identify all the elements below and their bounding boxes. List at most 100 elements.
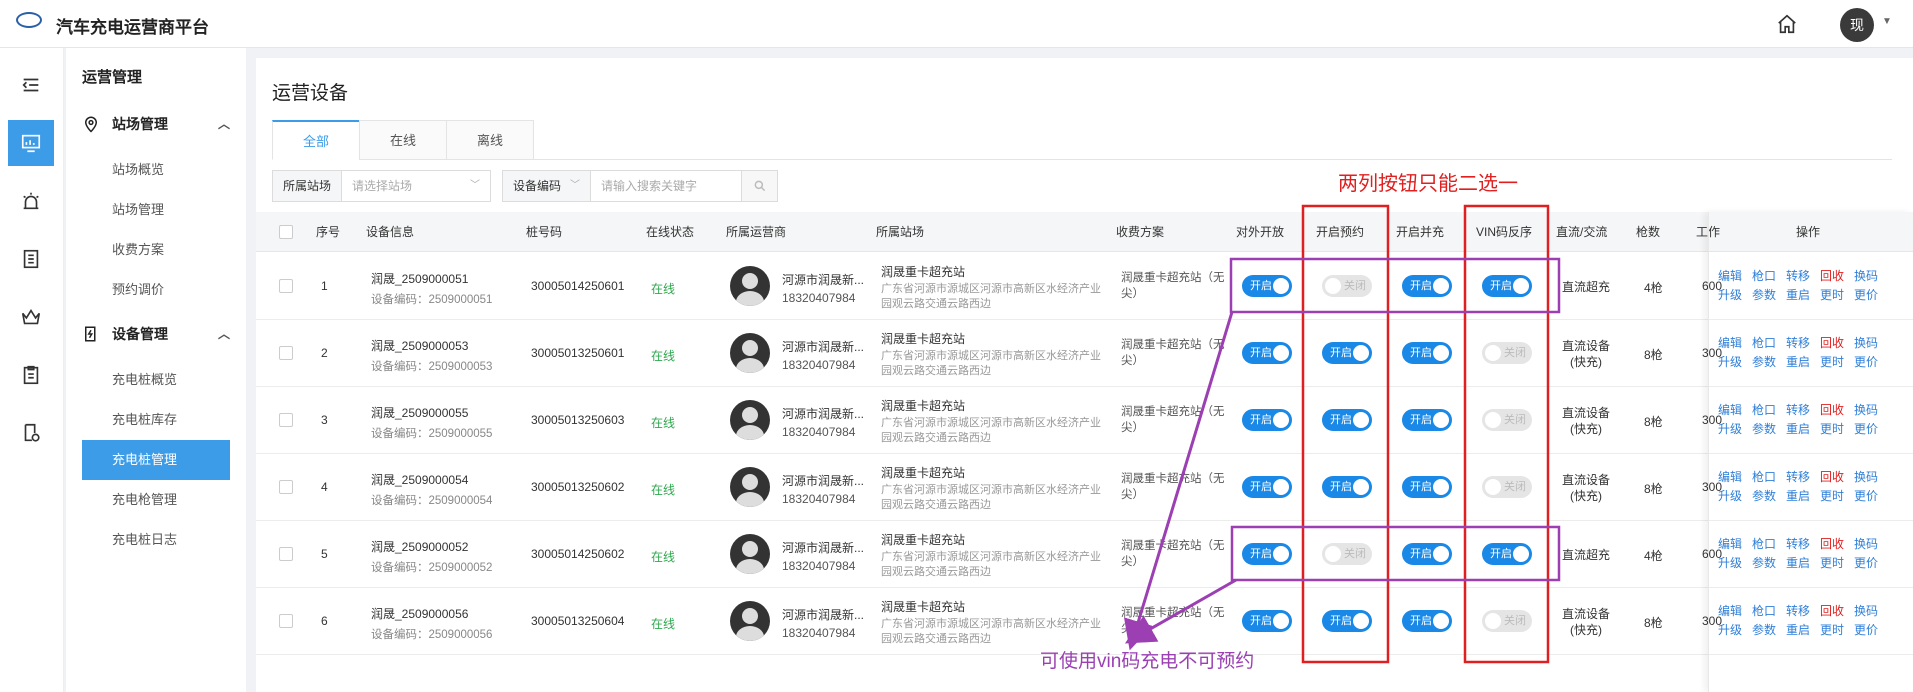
- open-toggle[interactable]: 开启: [1242, 610, 1292, 632]
- sidebar-item-fee-plan[interactable]: 收费方案: [82, 230, 230, 270]
- vin-reverse-toggle-label: 开启: [1490, 548, 1512, 560]
- code-type-select[interactable]: 设备编码 ﹀: [503, 171, 591, 201]
- parallel-toggle[interactable]: 开启: [1402, 476, 1452, 498]
- home-icon[interactable]: [1776, 13, 1798, 35]
- sidebar-item-gun-management[interactable]: 充电枪管理: [82, 480, 230, 520]
- station-name: 润晟重卡超充站: [881, 332, 966, 346]
- tab-offline[interactable]: 离线: [446, 120, 534, 160]
- row-checkbox[interactable]: [279, 346, 293, 360]
- online-status: 在线: [651, 282, 676, 296]
- operator-name: 河源市润晟新...: [782, 340, 865, 354]
- parallel-toggle[interactable]: 开启: [1402, 543, 1452, 565]
- dc-ac-type: 直流设备(快充): [1561, 473, 1610, 503]
- row-checkbox[interactable]: [279, 413, 293, 427]
- vin-reverse-toggle[interactable]: 关闭: [1482, 409, 1532, 431]
- crown-icon[interactable]: [8, 294, 54, 340]
- page-title: 运营设备: [272, 83, 349, 104]
- operator-name: 河源市润晟新...: [782, 541, 865, 555]
- pile-number: 30005014250602: [531, 547, 625, 561]
- station-name: 润晟重卡超充站: [881, 600, 966, 614]
- row-checkbox[interactable]: [279, 614, 293, 628]
- parallel-toggle[interactable]: 开启: [1402, 409, 1452, 431]
- col-gun-count: 枪数: [1636, 225, 1661, 239]
- row-checkbox[interactable]: [279, 279, 293, 293]
- sidebar-item-pile-management[interactable]: 充电桩管理: [82, 440, 230, 480]
- open-toggle[interactable]: 开启: [1242, 476, 1292, 498]
- station-address: 广东省河源市源城区河源市高新区水经济产业园观云路交通云路西边: [881, 283, 1101, 310]
- vin-reverse-toggle[interactable]: 关闭: [1482, 476, 1532, 498]
- dashboard-icon[interactable]: [8, 120, 54, 166]
- row-checkbox[interactable]: [279, 547, 293, 561]
- pile-number: 30005013250603: [531, 413, 625, 427]
- operator-avatar: [730, 534, 770, 574]
- operator-avatar: [730, 601, 770, 641]
- app-title: 汽车充电运营商平台: [56, 18, 209, 37]
- col-online-status: 在线状态: [646, 225, 695, 239]
- sidebar-item-reserve-pricing[interactable]: 预约调价: [82, 270, 230, 310]
- operator-phone: 18320407984: [782, 358, 856, 372]
- vin-reverse-toggle[interactable]: 关闭: [1482, 610, 1532, 632]
- sidebar-item-pile-log[interactable]: 充电桩日志: [82, 520, 230, 560]
- row-index: 3: [321, 413, 328, 427]
- device-code: 设备编码：2509000054: [371, 495, 493, 507]
- annotation-bottom-note: 可使用vin码充电不可预约: [1040, 651, 1255, 672]
- col-parallel: 开启并充: [1396, 225, 1445, 239]
- menu-collapse-icon[interactable]: [8, 62, 54, 108]
- search-input[interactable]: 请输入搜索关键字: [591, 171, 741, 201]
- device-info: 润晟_2509000055 设备编码：2509000055: [371, 404, 492, 441]
- search-icon: [754, 180, 765, 192]
- sidebar-item-pile-overview[interactable]: 充电桩概览: [82, 360, 230, 400]
- station-name: 润晟重卡超充站: [881, 466, 966, 480]
- parallel-toggle[interactable]: 开启: [1402, 275, 1452, 297]
- open-toggle-label: 开启: [1250, 481, 1272, 493]
- search-button[interactable]: [741, 171, 777, 201]
- clipboard-icon[interactable]: [8, 352, 54, 398]
- group-station-management[interactable]: 站场管理 ︿: [82, 112, 232, 136]
- sidebar-item-station-management[interactable]: 站场管理: [82, 190, 230, 230]
- sidebar-item-pile-inventory[interactable]: 充电桩库存: [82, 400, 230, 440]
- open-toggle[interactable]: 开启: [1242, 543, 1292, 565]
- reserve-toggle-label: 开启: [1330, 481, 1352, 493]
- user-avatar[interactable]: 现: [1840, 8, 1874, 42]
- device-name: 润晟_2509000055: [371, 406, 469, 420]
- reserve-toggle[interactable]: 关闭: [1322, 543, 1372, 565]
- fee-plan: 润晟重卡超充站（无尖）: [1121, 473, 1225, 501]
- open-toggle[interactable]: 开启: [1242, 409, 1292, 431]
- reserve-toggle[interactable]: 开启: [1322, 610, 1372, 632]
- parallel-toggle[interactable]: 开启: [1402, 610, 1452, 632]
- row-index: 6: [321, 614, 328, 628]
- dc-ac-type: 直流设备(快充): [1561, 406, 1610, 436]
- group-device-management[interactable]: 设备管理 ︿: [82, 322, 232, 346]
- station-filter: 所属站场 请选择站场 ﹀: [272, 170, 492, 202]
- vin-reverse-toggle[interactable]: 关闭: [1482, 342, 1532, 364]
- table-row: 2 润晟_2509000053 设备编码：2509000053 30005013…: [256, 320, 1913, 387]
- operator-info: 河源市润晟新... 18320407984: [782, 472, 864, 506]
- select-all-checkbox[interactable]: [279, 225, 293, 239]
- reserve-toggle[interactable]: 关闭: [1322, 275, 1372, 297]
- parallel-toggle[interactable]: 开启: [1402, 342, 1452, 364]
- station-select[interactable]: 请选择站场 ﹀: [342, 171, 490, 201]
- station-info: 润晟重卡超充站 广东省河源市源城区河源市高新区水经济产业园观云路交通云路西边: [881, 330, 1105, 379]
- document-icon[interactable]: [8, 236, 54, 282]
- vin-reverse-toggle[interactable]: 开启: [1482, 275, 1532, 297]
- reserve-toggle[interactable]: 开启: [1322, 476, 1372, 498]
- chevron-down-icon[interactable]: ▼: [1882, 16, 1892, 27]
- station-name: 润晟重卡超充站: [881, 265, 966, 279]
- pile-number: 30005014250601: [531, 279, 625, 293]
- open-toggle-label: 开启: [1250, 414, 1272, 426]
- operator-info: 河源市润晟新... 18320407984: [782, 405, 864, 439]
- vin-reverse-toggle[interactable]: 开启: [1482, 543, 1532, 565]
- reserve-toggle[interactable]: 开启: [1322, 409, 1372, 431]
- alarm-icon[interactable]: [8, 178, 54, 224]
- settings-doc-icon[interactable]: [8, 410, 54, 456]
- row-checkbox[interactable]: [279, 480, 293, 494]
- open-toggle[interactable]: 开启: [1242, 342, 1292, 364]
- fee-plan: 润晟重卡超充站（无尖）: [1121, 339, 1225, 367]
- station-info: 润晟重卡超充站 广东省河源市源城区河源市高新区水经济产业园观云路交通云路西边: [881, 598, 1105, 647]
- reserve-toggle[interactable]: 开启: [1322, 342, 1372, 364]
- tab-all[interactable]: 全部: [272, 120, 360, 160]
- open-toggle[interactable]: 开启: [1242, 275, 1292, 297]
- tab-online[interactable]: 在线: [359, 120, 447, 160]
- vin-reverse-toggle-label: 关闭: [1504, 481, 1526, 493]
- sidebar-item-station-overview[interactable]: 站场概览: [82, 150, 230, 190]
